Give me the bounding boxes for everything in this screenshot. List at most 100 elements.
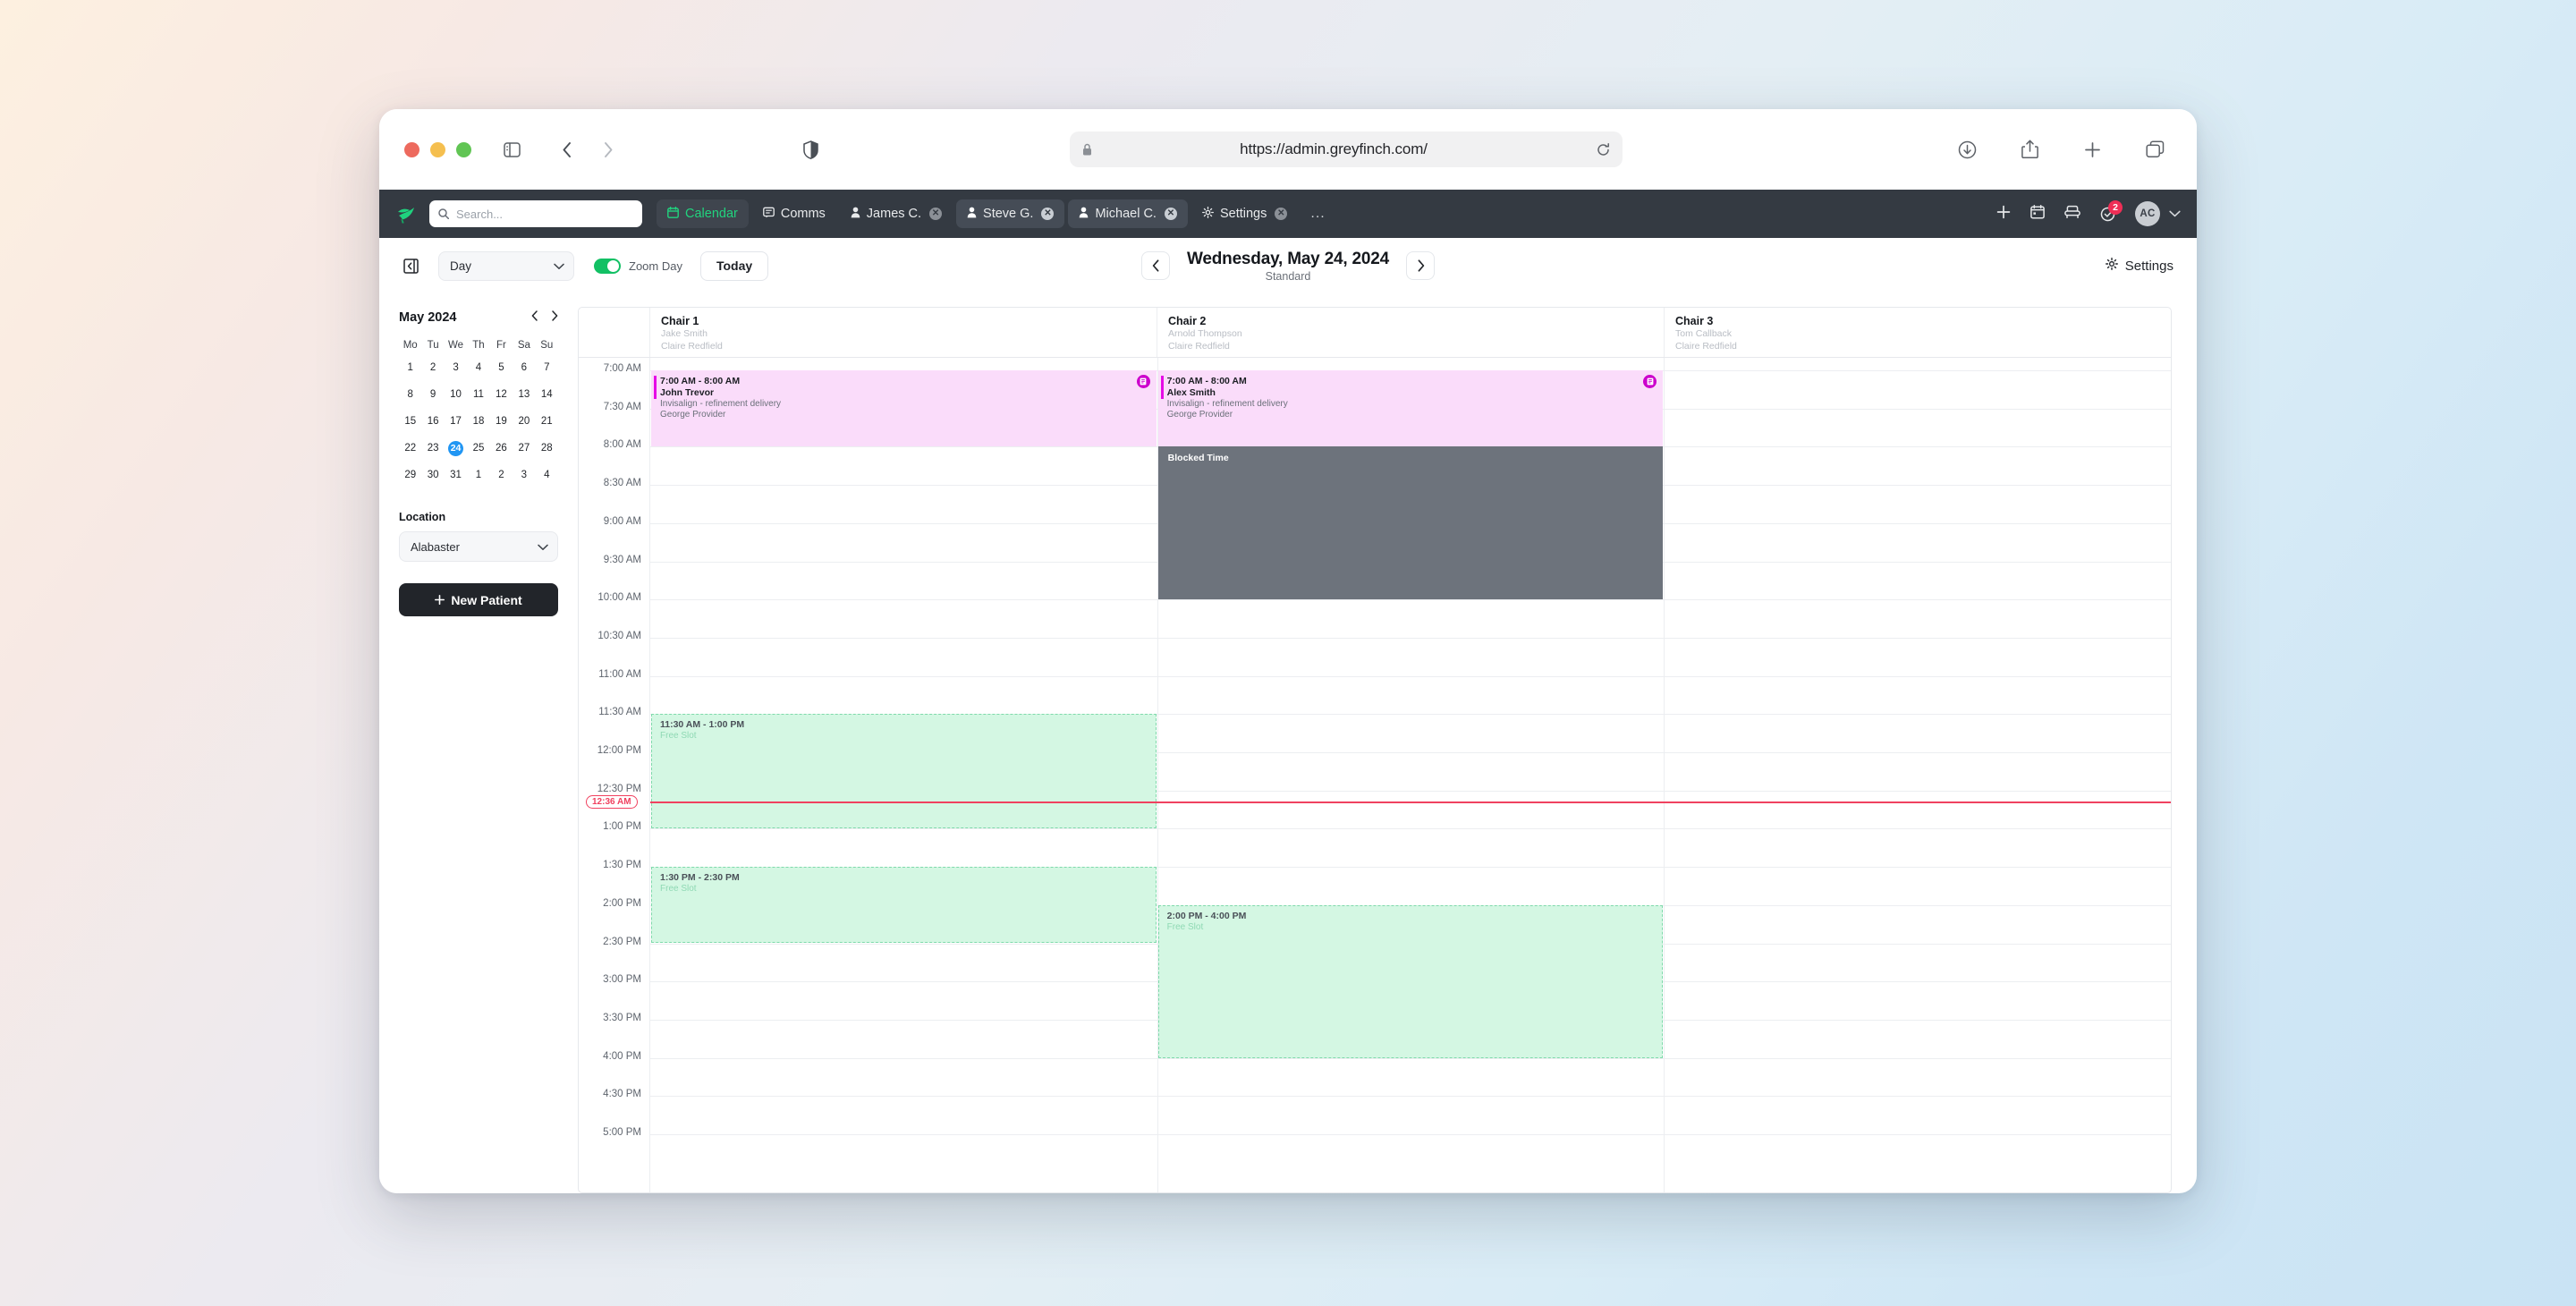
chair-name: Chair 2 [1168, 315, 1207, 327]
nav-tab-comms[interactable]: Comms [752, 199, 836, 228]
mini-calendar-prev-month[interactable] [531, 310, 538, 326]
mini-calendar-day[interactable]: 25 [467, 442, 489, 466]
nav-tab-overflow[interactable]: ... [1301, 206, 1334, 222]
search-input[interactable]: Search... [429, 200, 642, 227]
sidebar-toggle-icon[interactable] [495, 132, 529, 166]
appointment-event[interactable]: 7:00 AM - 8:00 AM Alex Smith Invisalign - … [1157, 370, 1664, 447]
navbar-actions: 2 AC [1996, 199, 2181, 226]
close-icon[interactable]: ✕ [1041, 208, 1055, 220]
zoom-day-toggle[interactable] [594, 258, 621, 274]
chevron-down-icon[interactable] [2169, 206, 2181, 222]
appointment-event[interactable]: 7:00 AM - 8:00 AM John Trevor Invisalign -… [651, 370, 1157, 447]
calendar-scroll-area[interactable]: 7:00 AM 7:30 AM 8:00 AM 8:30 AM 9:00 AM 9:30 … [579, 358, 2171, 1192]
nav-tab-james-c[interactable]: James C. ✕ [840, 199, 953, 228]
mini-calendar-day[interactable]: 12 [490, 388, 513, 412]
nav-tab-label: Calendar [685, 207, 738, 221]
maximize-window-button[interactable] [456, 141, 471, 157]
today-button[interactable]: Today [699, 250, 769, 281]
zoom-day-toggle-group[interactable]: Zoom Day [594, 258, 682, 274]
chair-column-header[interactable]: Chair 1 Jake Smith Claire Redfield [650, 308, 1157, 357]
notifications-button[interactable]: 2 [2100, 199, 2123, 222]
greyfinch-logo-icon[interactable] [394, 200, 420, 227]
calendar-settings-button[interactable]: Settings [2105, 258, 2174, 274]
nav-tab-settings[interactable]: Settings ✕ [1191, 199, 1298, 228]
time-label: 7:30 AM [603, 401, 641, 412]
mini-calendar-day[interactable]: 31 [445, 469, 467, 493]
mini-calendar-day[interactable]: 6 [513, 361, 535, 386]
time-label: 9:30 AM [603, 554, 641, 565]
privacy-shield-icon[interactable] [793, 132, 827, 166]
mini-calendar-day[interactable]: 30 [421, 469, 444, 493]
mini-calendar-day-number: 4 [544, 470, 550, 480]
mini-calendar-day-number: 3 [521, 470, 528, 480]
mini-calendar-day[interactable]: 3 [513, 469, 535, 493]
reload-icon[interactable] [1597, 142, 1610, 157]
view-mode-select[interactable]: Day [438, 250, 574, 281]
address-bar[interactable]: https://admin.greyfinch.com/ [1070, 131, 1623, 167]
chair-icon[interactable] [2064, 205, 2080, 224]
forward-button[interactable] [591, 132, 625, 166]
mini-calendar-day[interactable]: 13 [513, 388, 535, 412]
mini-calendar-day[interactable]: 2 [490, 469, 513, 493]
mini-calendar-day[interactable]: 29 [399, 469, 421, 493]
mini-calendar-next-month[interactable] [551, 310, 558, 326]
chair-column-header[interactable]: Chair 2 Arnold Thompson Claire Redfield [1157, 308, 1665, 357]
mini-calendar-day[interactable]: 27 [513, 442, 535, 466]
nav-tab-michael-c[interactable]: Michael C. ✕ [1068, 199, 1188, 228]
mini-calendar-day[interactable]: 4 [536, 469, 558, 493]
previous-day-button[interactable] [1141, 251, 1170, 280]
free-slot-event[interactable]: 11:30 AM - 1:00 PM Free Slot [651, 714, 1157, 829]
mini-calendar-day[interactable]: 14 [536, 388, 558, 412]
next-day-button[interactable] [1406, 251, 1435, 280]
new-patient-button[interactable]: New Patient [399, 583, 558, 616]
download-icon[interactable] [1950, 132, 1984, 166]
schedule-icon[interactable] [2030, 204, 2045, 224]
free-slot-event[interactable]: 2:00 PM - 4:00 PM Free Slot [1157, 904, 1664, 1058]
mini-calendar-day[interactable]: 24 [445, 441, 467, 466]
nav-tab-steve-g[interactable]: Steve G. ✕ [956, 199, 1065, 228]
mini-calendar-day[interactable]: 2 [421, 361, 444, 386]
back-button[interactable] [550, 132, 584, 166]
time-label: 2:30 PM [603, 936, 641, 947]
mini-calendar-day[interactable]: 16 [421, 415, 444, 439]
add-icon[interactable] [1996, 205, 2011, 224]
close-icon[interactable]: ✕ [1275, 208, 1288, 220]
mini-calendar-day[interactable]: 18 [467, 415, 489, 439]
mini-calendar-day[interactable]: 1 [467, 469, 489, 493]
close-icon[interactable]: ✕ [1164, 208, 1177, 220]
mini-calendar-day[interactable]: 1 [399, 361, 421, 386]
mini-calendar-day[interactable]: 4 [467, 361, 489, 386]
mini-calendar-day[interactable]: 5 [490, 361, 513, 386]
mini-calendar-day[interactable]: 10 [445, 388, 467, 412]
blocked-time-event[interactable]: Blocked Time [1157, 446, 1664, 600]
close-window-button[interactable] [404, 141, 419, 157]
close-icon[interactable]: ✕ [929, 208, 943, 220]
mini-calendar-day[interactable]: 22 [399, 442, 421, 466]
document-icon[interactable] [1136, 375, 1150, 388]
minimize-window-button[interactable] [430, 141, 445, 157]
new-tab-icon[interactable] [2075, 132, 2109, 166]
mini-calendar-day[interactable]: 19 [490, 415, 513, 439]
mini-calendar-day[interactable]: 28 [536, 442, 558, 466]
avatar[interactable]: AC [2135, 201, 2160, 226]
location-select[interactable]: Alabaster [399, 531, 558, 562]
mini-calendar-day[interactable]: 9 [421, 388, 444, 412]
mini-calendar-day[interactable]: 26 [490, 442, 513, 466]
mini-calendar-day[interactable]: 15 [399, 415, 421, 439]
tab-overview-icon[interactable] [2138, 132, 2172, 166]
mini-calendar-day[interactable]: 21 [536, 415, 558, 439]
mini-calendar-day[interactable]: 8 [399, 388, 421, 412]
mini-calendar-day[interactable]: 7 [536, 361, 558, 386]
nav-tab-calendar[interactable]: Calendar [657, 199, 749, 228]
mini-calendar-day[interactable]: 17 [445, 415, 467, 439]
mini-calendar-day[interactable]: 23 [421, 442, 444, 466]
mini-calendar-day[interactable]: 20 [513, 415, 535, 439]
collapse-sidebar-button[interactable] [399, 254, 422, 277]
mini-calendar-day[interactable]: 11 [467, 388, 489, 412]
chair-column-header[interactable]: Chair 3 Tom Callback Claire Redfield [1665, 308, 2171, 357]
mini-calendar-day[interactable]: 3 [445, 361, 467, 386]
mini-calendar-day-number: 11 [473, 389, 484, 400]
share-icon[interactable] [2012, 132, 2046, 166]
free-slot-event[interactable]: 1:30 PM - 2:30 PM Free Slot [651, 867, 1157, 944]
calendar-column-headers: Chair 1 Jake Smith Claire Redfield Chair… [579, 308, 2171, 358]
